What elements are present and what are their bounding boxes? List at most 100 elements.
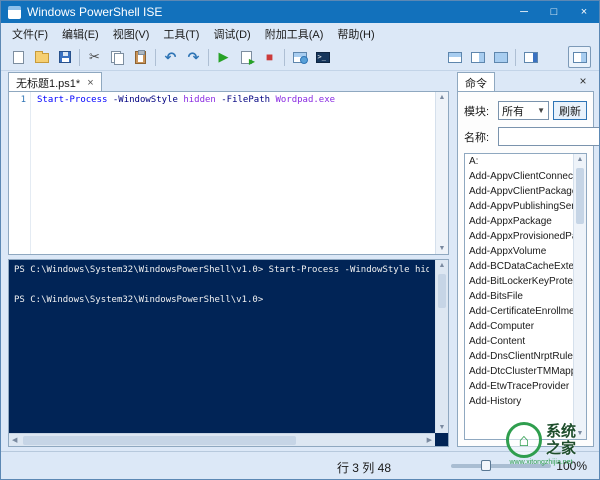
- show-script-pane-top-button[interactable]: [443, 46, 466, 68]
- module-dropdown[interactable]: 所有 ▼: [498, 101, 549, 120]
- commands-pane-close-icon[interactable]: ×: [576, 74, 590, 88]
- minimize-button[interactable]: ─: [509, 1, 539, 23]
- script-tab[interactable]: 无标题1.ps1* ×: [8, 72, 102, 92]
- name-filter-input[interactable]: [498, 127, 600, 146]
- menu-edit[interactable]: 编辑(E): [55, 23, 106, 45]
- scrollbar-thumb[interactable]: [23, 436, 296, 445]
- code-token-cmdlet: Start-Process: [37, 95, 107, 105]
- new-remote-powershell-tab-button[interactable]: [288, 46, 311, 68]
- scroll-right-arrow-icon[interactable]: ▶: [427, 436, 432, 444]
- editor-vertical-scrollbar[interactable]: ▲ ▼: [435, 92, 448, 254]
- menu-view[interactable]: 视图(V): [106, 23, 157, 45]
- app-icon: [8, 6, 21, 19]
- paste-button[interactable]: [129, 46, 152, 68]
- window-title: Windows PowerShell ISE: [27, 5, 162, 19]
- copy-button[interactable]: [106, 46, 129, 68]
- save-script-button[interactable]: [53, 46, 76, 68]
- command-addon-icon: [524, 52, 538, 63]
- code-line: Start-Process -WindowStyle hidden -FileP…: [37, 95, 432, 105]
- open-script-button[interactable]: [30, 46, 53, 68]
- commands-list-scrollbar[interactable]: ▲ ▼: [573, 154, 586, 439]
- show-script-pane-right-button[interactable]: [466, 46, 489, 68]
- watermark: ⌂ 系统 之家 www.xitongzhijia.net: [485, 411, 597, 477]
- script-editor-pane[interactable]: 1 Start-Process -WindowStyle hidden -Fil…: [8, 91, 449, 255]
- menu-tools[interactable]: 工具(T): [156, 23, 206, 45]
- scroll-left-arrow-icon[interactable]: ◀: [12, 436, 17, 444]
- command-list-item[interactable]: Add-BCDataCacheExtension: [465, 259, 573, 274]
- close-button[interactable]: ×: [569, 1, 599, 23]
- chevron-down-icon: ▼: [537, 106, 545, 115]
- scroll-up-arrow-icon[interactable]: ▲: [436, 94, 448, 101]
- copy-icon: [111, 51, 124, 64]
- maximize-button[interactable]: □: [539, 1, 569, 23]
- command-list-item[interactable]: Add-Computer: [465, 319, 573, 334]
- scroll-down-arrow-icon[interactable]: ▼: [436, 245, 448, 252]
- new-page-icon: [13, 51, 24, 64]
- console-horizontal-scrollbar[interactable]: ◀ ▶: [9, 433, 435, 446]
- stop-square-icon: ■: [266, 50, 273, 64]
- show-command-window-button[interactable]: [568, 46, 591, 68]
- command-list-item[interactable]: Add-EtwTraceProvider: [465, 379, 573, 394]
- undo-button[interactable]: ↶: [159, 46, 182, 68]
- command-list-item[interactable]: Add-BitLockerKeyProtector: [465, 274, 573, 289]
- redo-arrow-icon: ↷: [188, 49, 200, 66]
- command-list-item[interactable]: Add-AppvClientPackage: [465, 184, 573, 199]
- menu-debug[interactable]: 调试(D): [206, 23, 257, 45]
- console-vertical-scrollbar[interactable]: ▲ ▼: [435, 260, 448, 433]
- command-list-item[interactable]: Add-DtcClusterTMMapping: [465, 364, 573, 379]
- watermark-text: 系统 之家: [546, 423, 576, 457]
- commands-tab-label: 命令: [465, 75, 487, 91]
- scroll-down-arrow-icon[interactable]: ▼: [436, 424, 448, 431]
- run-selection-icon: [241, 51, 252, 64]
- commands-tab[interactable]: 命令: [457, 72, 495, 92]
- scroll-up-arrow-icon[interactable]: ▲: [436, 262, 448, 269]
- powershell-ise-window: Windows PowerShell ISE ─ □ × 文件(F) 编辑(E)…: [0, 0, 600, 480]
- command-list-item[interactable]: A:: [465, 154, 573, 169]
- window-controls: ─ □ ×: [509, 1, 599, 23]
- command-list-item[interactable]: Add-BitsFile: [465, 289, 573, 304]
- run-selection-button[interactable]: [235, 46, 258, 68]
- scrollbar-thumb[interactable]: [576, 168, 584, 224]
- stop-operation-button[interactable]: ■: [258, 46, 281, 68]
- command-list-item[interactable]: Add-AppxProvisionedPackage: [465, 229, 573, 244]
- paste-clipboard-icon: [135, 51, 146, 64]
- command-list-item[interactable]: Add-AppvClientConnectionGroup: [465, 169, 573, 184]
- start-powershell-button[interactable]: [311, 46, 334, 68]
- cut-button[interactable]: ✂: [83, 46, 106, 68]
- script-tab-label: 无标题1.ps1*: [16, 75, 80, 91]
- module-label: 模块:: [464, 103, 498, 119]
- script-tab-close-icon[interactable]: ×: [87, 77, 93, 89]
- command-list-item[interactable]: Add-AppxPackage: [465, 214, 573, 229]
- command-list-item[interactable]: Add-CertificateEnrollmentPolicyServer: [465, 304, 573, 319]
- caret-position-status: 行 3 列 48: [337, 459, 391, 476]
- console-line: PS C:\Windows\System32\WindowsPowerShell…: [14, 263, 429, 278]
- redo-button[interactable]: ↷: [182, 46, 205, 68]
- code-token-parameter: -WindowStyle: [107, 95, 177, 105]
- menu-addons[interactable]: 附加工具(A): [258, 23, 331, 45]
- command-list-item[interactable]: Add-AppvPublishingServer: [465, 199, 573, 214]
- cut-scissors-icon: ✂: [89, 49, 100, 65]
- toolbar: ✂ ↶ ↷ ▶ ■: [1, 44, 599, 71]
- scrollbar-thumb[interactable]: [438, 274, 446, 308]
- toolbar-separator: [515, 49, 516, 66]
- menu-file[interactable]: 文件(F): [5, 23, 55, 45]
- command-list-item[interactable]: Add-History: [465, 394, 573, 409]
- show-command-addon-button[interactable]: [519, 46, 542, 68]
- command-list-item[interactable]: Add-DnsClientNrptRule: [465, 349, 573, 364]
- script-pane-right-icon: [471, 52, 485, 63]
- refresh-button[interactable]: 刷新: [553, 101, 587, 120]
- new-script-button[interactable]: [7, 46, 30, 68]
- toolbar-separator: [155, 49, 156, 66]
- show-script-pane-maximized-button[interactable]: [489, 46, 512, 68]
- watermark-logo-icon: ⌂: [506, 422, 542, 458]
- module-dropdown-value: 所有: [502, 103, 524, 119]
- command-list-item[interactable]: Add-Content: [465, 334, 573, 349]
- run-script-button[interactable]: ▶: [212, 46, 235, 68]
- line-number: 1: [21, 95, 26, 105]
- scroll-up-arrow-icon[interactable]: ▲: [574, 156, 586, 163]
- menu-help[interactable]: 帮助(H): [330, 23, 381, 45]
- commands-panel: 模块: 所有 ▼ 刷新 名称: A: Add-AppvClientConnect…: [457, 91, 594, 447]
- console-pane[interactable]: PS C:\Windows\System32\WindowsPowerShell…: [8, 259, 449, 447]
- command-list-item[interactable]: Add-AppxVolume: [465, 244, 573, 259]
- toolbar-separator: [79, 49, 80, 66]
